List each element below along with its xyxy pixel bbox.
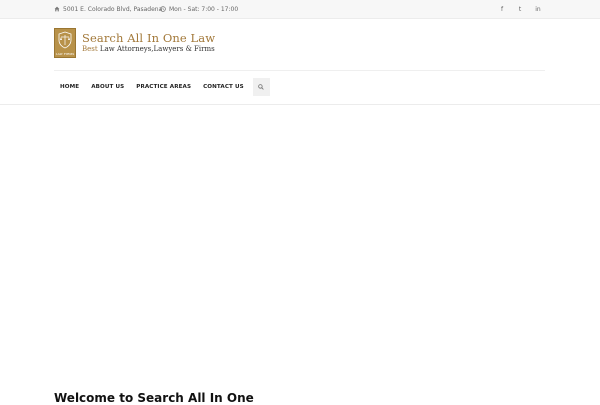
scales-of-justice-icon: LAW FIRMS [54,28,76,58]
tagline-prefix: Best [82,45,100,53]
linkedin-icon[interactable]: in [530,0,546,18]
clock-icon [160,6,166,12]
nav-item-practice-areas[interactable]: PRACTICE AREAS [130,78,197,96]
tagline-rest: Law Attorneys,Lawyers & Firms [99,45,215,53]
twitter-icon[interactable]: t [512,0,528,18]
hero-banner [0,105,600,390]
hours-info: Mon - Sat: 7:00 - 17:00 [160,0,238,18]
search-icon [258,84,264,90]
logo-tagline: Best Law Attorneys,Lawyers & Firms [82,45,215,54]
logo-text: Search All In One Law Best Law Attorneys… [82,32,215,54]
nav-item-about-us[interactable]: ABOUT US [85,78,130,96]
nav-item-home[interactable]: HOME [54,78,85,96]
nav-item-contact-us[interactable]: CONTACT US [197,78,250,96]
logo-title: Search All In One Law [82,31,216,45]
address-info: 5001 E. Colorado Blvd, Pasadena [54,0,162,18]
site-logo[interactable]: LAW FIRMS Search All In One Law Best Law… [54,28,215,58]
search-button[interactable] [252,78,270,96]
hours-text: Mon - Sat: 7:00 - 17:00 [169,5,239,13]
top-bar: 5001 E. Colorado Blvd, Pasadena Mon - Sa… [0,0,600,19]
facebook-icon[interactable]: f [494,0,510,18]
main-navigation: HOME ABOUT US PRACTICE AREAS CONTACT US [54,78,270,96]
emblem-caption: LAW FIRMS [55,52,75,56]
home-icon [54,6,60,12]
header-divider [54,70,545,71]
welcome-heading: Welcome to Search All In One [54,391,254,405]
address-text: 5001 E. Colorado Blvd, Pasadena [63,5,163,13]
